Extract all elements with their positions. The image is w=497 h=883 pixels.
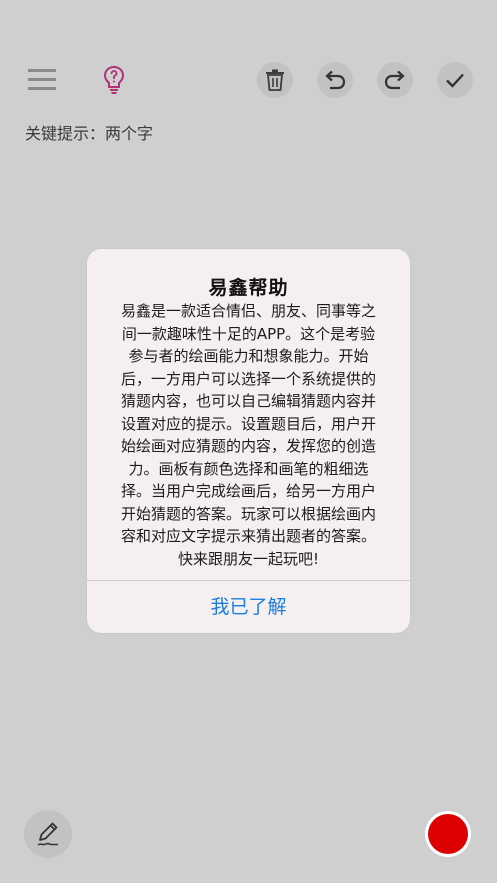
understood-button[interactable]: 我已了解 <box>87 581 410 633</box>
dialog-body: 易鑫是一款适合情侣、朋友、同事等之 间一款趣味性十足的APP。这个是考验 参与者… <box>109 300 388 570</box>
dialog-body-line: 快来跟朋友一起玩吧! <box>177 549 319 568</box>
toolbar <box>0 0 497 120</box>
help-dialog: 易鑫帮助 易鑫是一款适合情侣、朋友、同事等之 间一款趣味性十足的APP。这个是考… <box>87 249 410 633</box>
dialog-title: 易鑫帮助 <box>208 277 289 299</box>
delete-button[interactable] <box>257 62 293 98</box>
pen-settings-button[interactable] <box>24 810 72 858</box>
dialog-body-line: 易鑫是一款适合情侣、朋友、同事等之 <box>120 302 376 320</box>
color-picker-button[interactable] <box>425 811 471 857</box>
redo-button[interactable] <box>377 62 413 98</box>
keyword-hint: 关键提示：两个字 <box>25 124 154 143</box>
dialog-body-line: 参与者的绘画能力和想象能力。开始 <box>128 347 369 365</box>
lightbulb-icon <box>103 65 125 94</box>
menu-icon <box>28 69 56 90</box>
selected-color-swatch <box>428 814 468 854</box>
dialog-body-line: 猜题内容，也可以自己编辑猜题内容并 <box>120 392 376 410</box>
trash-icon <box>266 69 284 91</box>
undo-icon <box>325 70 346 90</box>
dialog-body-line: 力。画板有颜色选择和画笔的粗细选 <box>128 459 369 478</box>
dialog-body-line: 设置对应的提示。设置题目后，用户开 <box>120 414 376 433</box>
menu-button[interactable] <box>24 62 60 98</box>
hint-button[interactable] <box>96 62 132 98</box>
check-icon <box>446 73 464 88</box>
dialog-body-line: 间一款趣味性十足的APP。这个是考验 <box>121 324 376 343</box>
pen-icon <box>37 822 58 846</box>
confirm-button[interactable] <box>437 62 473 98</box>
redo-icon <box>384 70 405 90</box>
undo-button[interactable] <box>317 62 353 98</box>
dialog-body-line: 开始猜题的答案。玩家可以根据绘画内 <box>120 504 376 523</box>
dialog-body-line: 后，一方用户可以选择一个系统提供的 <box>120 369 376 388</box>
dialog-body-line: 始绘画对应猜题的内容，发挥您的创造 <box>120 437 376 455</box>
dialog-body-line: 容和对应文字提示来猜出题者的答案。 <box>120 527 376 545</box>
dialog-body-line: 择。当用户完成绘画后，给另一方用户 <box>120 482 376 500</box>
